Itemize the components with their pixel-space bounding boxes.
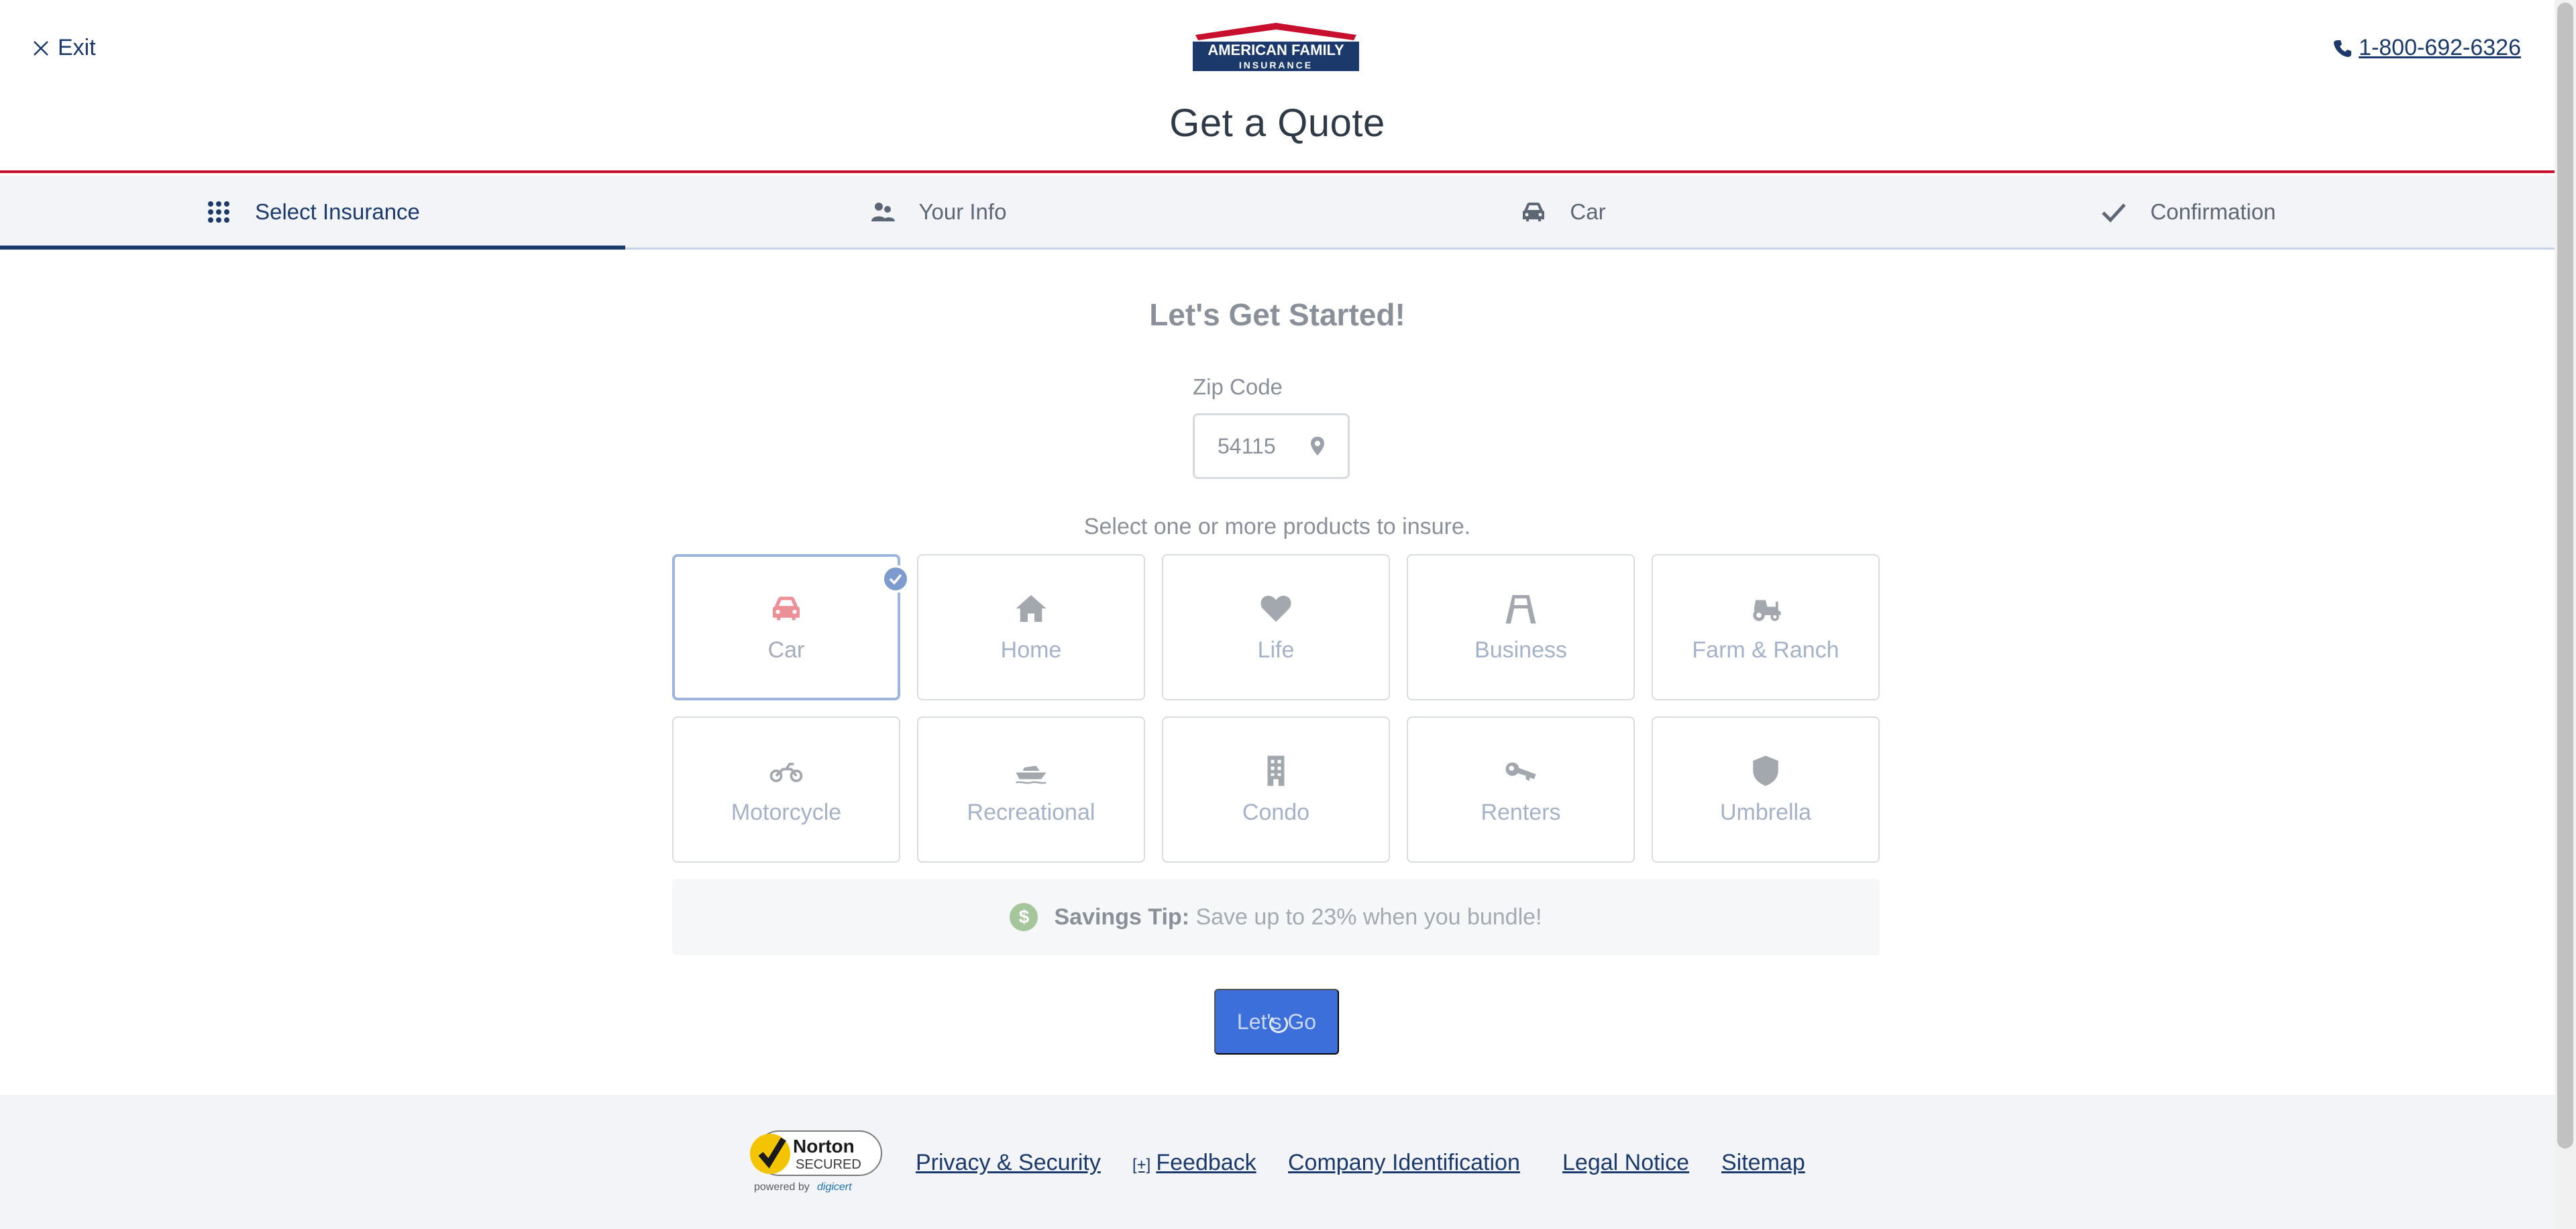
zip-code-value: 54115 bbox=[1218, 433, 1276, 458]
svg-text:A: A bbox=[1518, 598, 1523, 606]
car-icon bbox=[773, 596, 800, 620]
product-label: Life bbox=[1257, 637, 1295, 663]
car-icon bbox=[1523, 202, 1545, 221]
step-select-insurance[interactable]: Select Insurance bbox=[0, 176, 625, 250]
product-tile-business[interactable]: A Business bbox=[1407, 554, 1635, 700]
scrollbar-thumb[interactable] bbox=[2557, 3, 2573, 1148]
lets-go-button[interactable]: Let's Go bbox=[1214, 989, 1339, 1055]
product-tile-home[interactable]: Home bbox=[917, 554, 1145, 700]
section-heading: Let's Get Started! bbox=[1149, 297, 1405, 332]
svg-text:AMERICAN FAMILY: AMERICAN FAMILY bbox=[1208, 42, 1344, 58]
selected-check-badge bbox=[881, 565, 910, 593]
product-grid: Car Home Life A Business Farm & Ranch Mo… bbox=[672, 554, 1880, 863]
business-sign-icon: A bbox=[1505, 594, 1536, 623]
product-label: Home bbox=[1000, 637, 1062, 663]
product-label: Umbrella bbox=[1719, 799, 1812, 825]
product-tile-condo[interactable]: Condo bbox=[1162, 716, 1390, 863]
shield-icon bbox=[1753, 755, 1778, 786]
phone-icon bbox=[2334, 40, 2352, 57]
header: Exit AMERICAN FAMILY INSURANCE 1-800-692… bbox=[0, 0, 2555, 173]
svg-text:INSURANCE: INSURANCE bbox=[1239, 60, 1313, 70]
savings-tip: $ Savings Tip: Save up to 23% when you b… bbox=[672, 879, 1880, 955]
tractor-icon bbox=[1753, 600, 1781, 621]
svg-text:digicert: digicert bbox=[817, 1181, 852, 1193]
product-tile-recreational[interactable]: Recreational bbox=[917, 716, 1145, 863]
step-label: Select Insurance bbox=[255, 199, 420, 224]
exit-button[interactable]: Exit bbox=[32, 35, 96, 61]
map-pin-icon bbox=[1311, 437, 1324, 456]
loading-spinner-icon bbox=[1269, 1014, 1288, 1033]
zip-code-label: Zip Code bbox=[1193, 374, 1283, 399]
close-icon bbox=[34, 40, 48, 56]
feedback-link[interactable]: [+] Feedback bbox=[1132, 1150, 1256, 1176]
vertical-scrollbar[interactable] bbox=[2555, 0, 2576, 1229]
product-label: Recreational bbox=[967, 799, 1095, 825]
exit-label: Exit bbox=[58, 35, 96, 60]
product-label: Motorcycle bbox=[731, 799, 842, 825]
feedback-plus-icon: [+] bbox=[1132, 1156, 1151, 1174]
savings-tip-text: Savings Tip: Save up to 23% when you bun… bbox=[1054, 904, 1542, 930]
product-tile-umbrella[interactable]: Umbrella bbox=[1652, 716, 1880, 863]
svg-text:SECURED: SECURED bbox=[796, 1157, 861, 1172]
savings-tip-body: Save up to 23% when you bundle! bbox=[1189, 904, 1542, 930]
product-label: Condo bbox=[1242, 799, 1310, 825]
motorcycle-icon bbox=[769, 762, 803, 782]
product-tile-car[interactable]: Car bbox=[672, 554, 910, 700]
step-confirmation[interactable]: Confirmation bbox=[1876, 176, 2501, 248]
privacy-security-link[interactable]: Privacy & Security bbox=[916, 1150, 1101, 1176]
select-products-prompt: Select one or more products to insure. bbox=[1083, 514, 1471, 539]
product-tile-life[interactable]: Life bbox=[1162, 554, 1390, 700]
step-your-info[interactable]: Your Info bbox=[625, 176, 1250, 248]
grid-dots-icon bbox=[208, 201, 230, 223]
product-label: Farm & Ranch bbox=[1692, 637, 1839, 663]
building-icon bbox=[1267, 755, 1285, 786]
step-label: Your Info bbox=[918, 199, 1007, 224]
key-icon bbox=[1505, 762, 1536, 781]
product-tile-renters[interactable]: Renters bbox=[1407, 716, 1635, 863]
sitemap-link[interactable]: Sitemap bbox=[1721, 1150, 1805, 1176]
company-identification-link[interactable]: Company Identification bbox=[1288, 1150, 1520, 1176]
norton-secured-badge[interactable]: Norton SECURED powered by digicert bbox=[745, 1127, 883, 1194]
boat-icon bbox=[1016, 765, 1046, 784]
step-label: Car bbox=[1570, 199, 1606, 224]
legal-notice-link[interactable]: Legal Notice bbox=[1562, 1150, 1689, 1176]
product-label: Business bbox=[1474, 637, 1567, 663]
check-icon bbox=[2102, 203, 2127, 223]
product-tile-motorcycle[interactable]: Motorcycle bbox=[672, 716, 900, 863]
american-family-logo: AMERICAN FAMILY INSURANCE bbox=[1193, 23, 1359, 71]
phone-number: 1-800-692-6326 bbox=[2359, 35, 2521, 60]
checkmark-icon bbox=[889, 574, 902, 585]
product-label: Renters bbox=[1481, 799, 1561, 825]
svg-text:Norton: Norton bbox=[793, 1136, 855, 1157]
home-icon bbox=[1016, 594, 1046, 622]
savings-tip-title: Savings Tip: bbox=[1054, 904, 1190, 930]
product-label: Car bbox=[767, 637, 805, 663]
phone-link[interactable]: 1-800-692-6326 bbox=[2333, 35, 2521, 61]
zip-code-input[interactable]: 54115 bbox=[1193, 413, 1350, 479]
step-label: Confirmation bbox=[2150, 199, 2276, 224]
svg-text:powered by: powered by bbox=[754, 1181, 810, 1193]
step-car[interactable]: Car bbox=[1250, 176, 1876, 248]
product-tile-farm-ranch[interactable]: Farm & Ranch bbox=[1652, 554, 1880, 700]
heart-icon bbox=[1260, 595, 1291, 622]
footer: Norton SECURED powered by digicert Priva… bbox=[0, 1095, 2555, 1229]
page-title: Get a Quote bbox=[1169, 101, 1385, 145]
main-content: Let's Get Started! Zip Code 54115 Select… bbox=[0, 250, 2555, 1095]
people-icon bbox=[871, 202, 895, 221]
feedback-label: Feedback bbox=[1156, 1150, 1256, 1175]
progress-steps: Select Insurance Your Info Car Confirmat… bbox=[0, 176, 2555, 250]
dollar-icon: $ bbox=[1010, 903, 1038, 931]
